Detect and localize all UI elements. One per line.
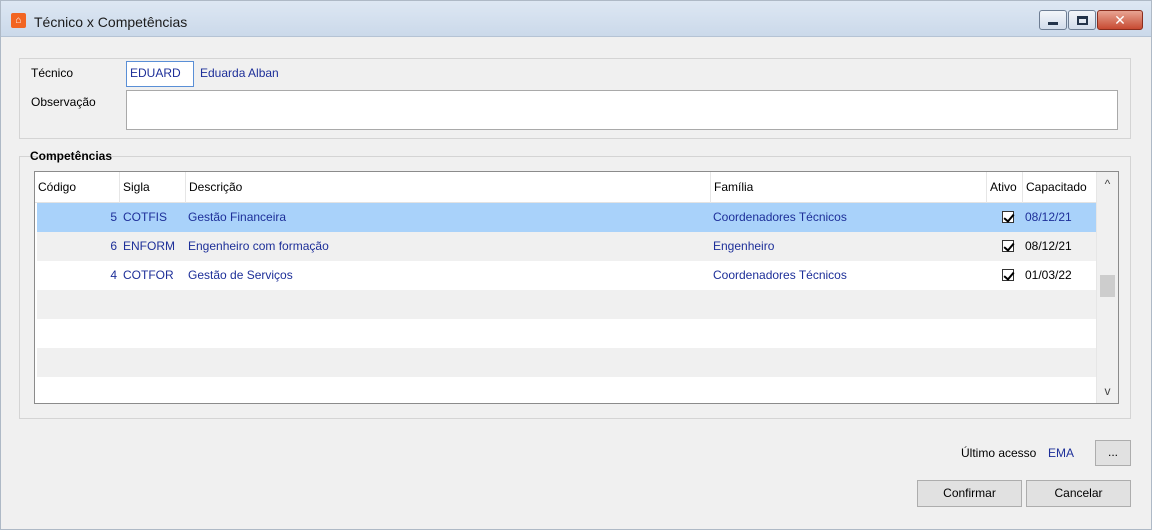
minimize-icon — [1040, 11, 1066, 29]
cell-familia: Coordenadores Técnicos — [713, 268, 847, 282]
competencias-group-title: Competências — [30, 149, 113, 163]
tecnico-code-field[interactable]: EDUARD — [126, 61, 194, 87]
empty-row — [37, 290, 1097, 319]
ativo-checkbox[interactable] — [1002, 269, 1014, 281]
cell-capacitado: 01/03/22 — [1025, 268, 1072, 282]
window: ⌂ Técnico x Competências ✕ Técnico EDUAR… — [0, 0, 1152, 530]
maximize-button[interactable] — [1068, 10, 1096, 30]
cell-sigla: COTFIS — [123, 210, 167, 224]
cell-capacitado: 08/12/21 — [1025, 239, 1072, 253]
column-header-sigla[interactable]: Sigla — [119, 172, 185, 203]
title-bar: ⌂ Técnico x Competências ✕ — [1, 1, 1151, 37]
scroll-up-arrow-icon[interactable]: ^ — [1097, 174, 1118, 194]
tecnico-label: Técnico — [31, 66, 74, 80]
cell-capacitado: 08/12/21 — [1025, 210, 1072, 224]
empty-row — [37, 319, 1097, 348]
minimize-button[interactable] — [1039, 10, 1067, 30]
observacao-field[interactable] — [126, 90, 1118, 130]
scroll-thumb[interactable] — [1100, 275, 1115, 297]
close-icon: ✕ — [1114, 11, 1126, 28]
maximize-icon — [1069, 11, 1095, 29]
empty-row — [37, 348, 1097, 377]
column-header-descricao[interactable]: Descrição — [185, 172, 710, 203]
ultimo-acesso-label: Último acesso — [961, 446, 1037, 460]
ativo-checkbox[interactable] — [1002, 211, 1014, 223]
table-row[interactable]: 6 ENFORM Engenheiro com formação Engenhe… — [37, 232, 1097, 261]
column-header-familia[interactable]: Família — [710, 172, 986, 203]
confirm-button[interactable]: Confirmar — [917, 480, 1022, 507]
window-title: Técnico x Competências — [34, 14, 188, 30]
scroll-down-arrow-icon[interactable]: v — [1097, 381, 1118, 401]
cell-descricao: Gestão de Serviços — [188, 268, 293, 282]
window-controls: ✕ — [1038, 10, 1143, 30]
grid-header: Código Sigla Descrição Família Ativo Cap… — [35, 172, 1097, 203]
cell-descricao: Gestão Financeira — [188, 210, 287, 224]
ultimo-acesso-value: EMA — [1048, 446, 1075, 460]
cell-familia: Coordenadores Técnicos — [713, 210, 847, 224]
cell-descricao: Engenheiro com formação — [188, 239, 329, 253]
column-header-ativo[interactable]: Ativo — [986, 172, 1022, 203]
cell-sigla: COTFOR — [123, 268, 174, 282]
cancel-button[interactable]: Cancelar — [1026, 480, 1131, 507]
column-header-codigo[interactable]: Código — [35, 172, 119, 203]
app-logo-icon: ⌂ — [11, 13, 26, 28]
cell-codigo: 6 — [110, 239, 117, 253]
cell-sigla: ENFORM — [123, 239, 175, 253]
cell-codigo: 4 — [110, 268, 117, 282]
vertical-scrollbar[interactable]: ^ v — [1096, 172, 1118, 403]
cell-familia: Engenheiro — [713, 239, 775, 253]
more-options-button[interactable]: ... — [1095, 440, 1131, 466]
close-button[interactable]: ✕ — [1097, 10, 1143, 30]
tecnico-name: Eduarda Alban — [200, 66, 279, 80]
cell-codigo: 5 — [110, 210, 117, 224]
competencias-grid[interactable]: Código Sigla Descrição Família Ativo Cap… — [34, 171, 1119, 404]
observacao-label: Observação — [31, 95, 96, 109]
table-row[interactable]: 5 COTFIS Gestão Financeira Coordenadores… — [37, 203, 1097, 232]
column-header-capacitado[interactable]: Capacitado — [1022, 172, 1097, 203]
table-row[interactable]: 4 COTFOR Gestão de Serviços Coordenadore… — [37, 261, 1097, 290]
ativo-checkbox[interactable] — [1002, 240, 1014, 252]
